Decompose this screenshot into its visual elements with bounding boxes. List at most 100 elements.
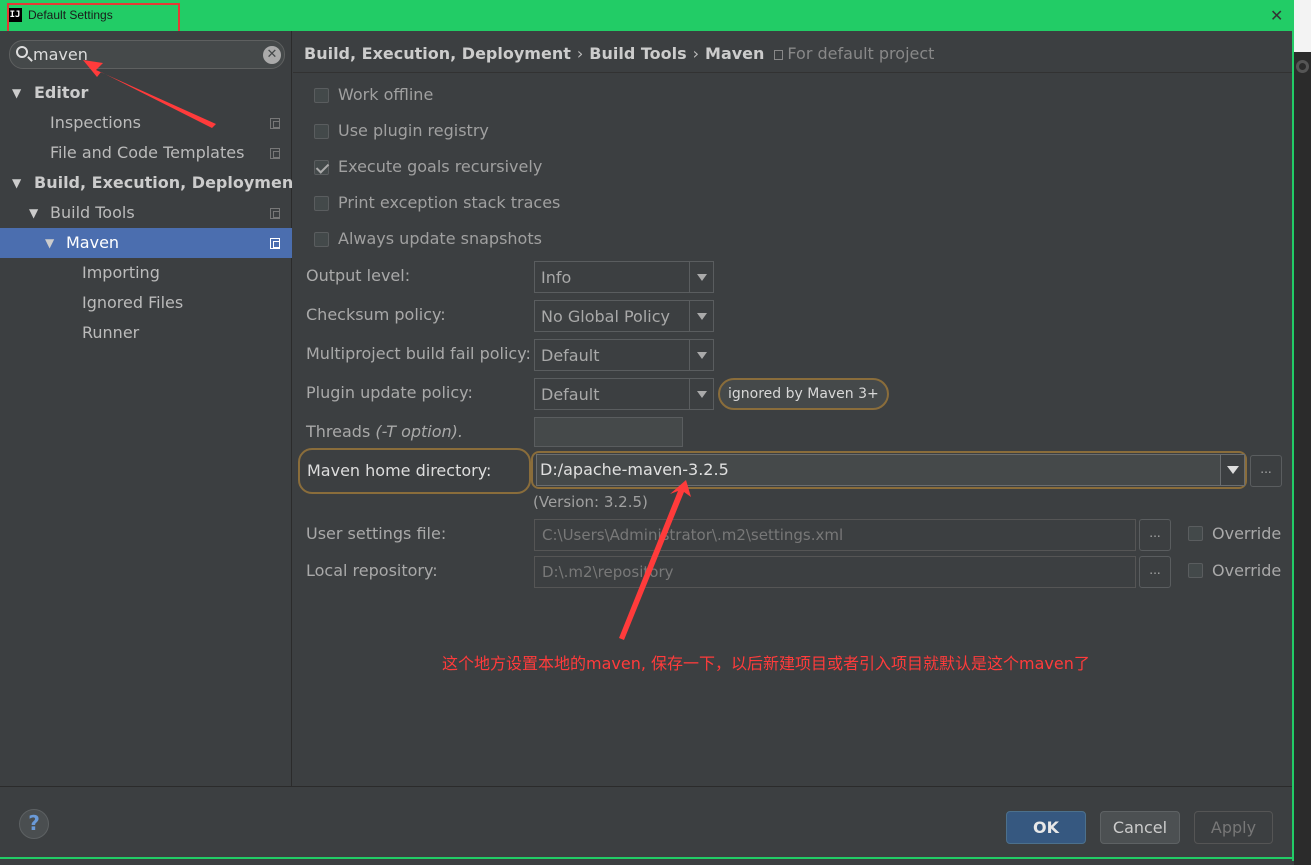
- sidebar-item-file-and-code-templates[interactable]: File and Code Templates: [0, 138, 292, 168]
- breadcrumb-item: Maven: [705, 44, 765, 63]
- sidebar-item-editor[interactable]: ▼ Editor: [0, 78, 292, 108]
- work-offline-label: Work offline: [338, 85, 434, 104]
- multiproject-fail-policy-select[interactable]: Default: [534, 339, 714, 371]
- search-box[interactable]: ✕: [9, 40, 285, 69]
- expand-arrow-icon[interactable]: ▼: [45, 228, 54, 258]
- execute-goals-recursively-checkbox[interactable]: [314, 160, 329, 175]
- window-border-bottom: [0, 857, 1294, 859]
- maven-home-select[interactable]: D:/apache-maven-3.2.5: [536, 454, 1245, 486]
- user-settings-override-checkbox[interactable]: [1188, 526, 1203, 541]
- apply-button[interactable]: Apply: [1194, 811, 1273, 844]
- maven-home-value: D:/apache-maven-3.2.5: [540, 460, 729, 479]
- maven-home-label: Maven home directory:: [307, 461, 492, 480]
- settings-sidebar: ✕ ▼ Editor Inspections File and Code Tem…: [0, 31, 301, 786]
- chevron-down-icon[interactable]: [1220, 455, 1244, 485]
- user-settings-field[interactable]: C:\Users\Administrator\.m2\settings.xml: [534, 519, 1136, 551]
- checksum-policy-label: Checksum policy:: [306, 305, 446, 324]
- sidebar-item-importing[interactable]: Importing: [0, 258, 292, 288]
- background-window-strip: [1294, 0, 1311, 865]
- chevron-down-icon[interactable]: [689, 340, 713, 370]
- sidebar-item-label: Runner: [82, 323, 140, 342]
- sidebar-item-label: Editor: [34, 83, 89, 102]
- maven-version-text: (Version: 3.2.5): [533, 493, 648, 511]
- sidebar-item-inspections[interactable]: Inspections: [0, 108, 292, 138]
- breadcrumb-separator: ›: [692, 44, 700, 63]
- threads-label-hint: (-T option).: [375, 422, 464, 441]
- checksum-policy-value: No Global Policy: [541, 307, 670, 326]
- user-settings-browse-button[interactable]: ...: [1139, 519, 1171, 551]
- checksum-policy-select[interactable]: No Global Policy: [534, 300, 714, 332]
- cancel-button[interactable]: Cancel: [1100, 811, 1180, 844]
- sidebar-item-label: Maven: [66, 233, 120, 252]
- help-button[interactable]: ?: [19, 809, 49, 839]
- ignored-by-maven3-badge: ignored by Maven 3+: [718, 378, 889, 410]
- sidebar-item-build-tools[interactable]: ▼ Build Tools: [0, 198, 292, 228]
- expand-arrow-icon[interactable]: ▼: [29, 198, 38, 228]
- local-repository-field[interactable]: D:\.m2\repository: [534, 556, 1136, 588]
- sidebar-item-label: Ignored Files: [82, 293, 184, 312]
- always-update-snapshots-label: Always update snapshots: [338, 229, 542, 248]
- user-settings-override-label: Override: [1212, 524, 1282, 543]
- sidebar-item-label: Inspections: [50, 113, 141, 132]
- sidebar-item-label: Build Tools: [50, 203, 135, 222]
- breadcrumb-bar: Build, Execution, Deployment › Build Tools…: [293, 31, 1292, 73]
- local-repository-override-label: Override: [1212, 561, 1282, 580]
- breadcrumb-separator: ›: [576, 44, 584, 63]
- threads-label-text: Threads: [306, 422, 371, 441]
- output-level-select[interactable]: Info: [534, 261, 714, 293]
- dialog-footer: ? OK Cancel Apply: [0, 786, 1292, 857]
- breadcrumb-item: Build, Execution, Deployment: [304, 44, 571, 63]
- chevron-down-icon[interactable]: [689, 262, 713, 292]
- expand-arrow-icon[interactable]: ▼: [12, 78, 21, 108]
- use-plugin-registry-checkbox[interactable]: [314, 124, 329, 139]
- settings-window: IJ Default Settings ✕ ✕ ▼ Editor Inspect…: [0, 0, 1311, 865]
- default-project-icon: [774, 49, 784, 60]
- close-icon[interactable]: ✕: [1270, 6, 1283, 25]
- output-level-label: Output level:: [306, 266, 411, 285]
- gear-icon: [1296, 60, 1309, 73]
- chevron-down-icon[interactable]: [689, 379, 713, 409]
- multiproject-fail-policy-value: Default: [541, 346, 600, 365]
- annotation-note: 这个地方设置本地的maven, 保存一下，以后新建项目或者引入项目就默认是这个m…: [442, 654, 1090, 673]
- project-scope-icon: [270, 118, 280, 129]
- user-settings-label: User settings file:: [306, 524, 447, 543]
- sidebar-item-ignored-files[interactable]: Ignored Files: [0, 288, 292, 318]
- project-scope-icon: [270, 238, 280, 249]
- threads-label: Threads (-T option).: [306, 422, 463, 441]
- project-scope-icon: [270, 208, 280, 219]
- threads-input[interactable]: [534, 417, 683, 447]
- print-exception-stack-traces-checkbox[interactable]: [314, 196, 329, 211]
- use-plugin-registry-label: Use plugin registry: [338, 121, 489, 140]
- local-repository-override-checkbox[interactable]: [1188, 563, 1203, 578]
- local-repository-label: Local repository:: [306, 561, 438, 580]
- sidebar-item-runner[interactable]: Runner: [0, 318, 292, 348]
- local-repository-browse-button[interactable]: ...: [1139, 556, 1171, 588]
- plugin-update-policy-value: Default: [541, 385, 600, 404]
- search-icon: [16, 46, 28, 58]
- breadcrumb-scope: For default project: [787, 44, 935, 63]
- sidebar-item-build-execution-deployment[interactable]: ▼ Build, Execution, Deployment: [0, 168, 301, 198]
- ok-button[interactable]: OK: [1006, 811, 1086, 844]
- always-update-snapshots-checkbox[interactable]: [314, 232, 329, 247]
- plugin-update-policy-label: Plugin update policy:: [306, 383, 473, 402]
- plugin-update-policy-select[interactable]: Default: [534, 378, 714, 410]
- project-scope-icon: [270, 148, 280, 159]
- work-offline-checkbox[interactable]: [314, 88, 329, 103]
- multiproject-fail-policy-label: Multiproject build fail policy:: [306, 344, 531, 363]
- sidebar-item-label: Importing: [82, 263, 160, 282]
- output-level-value: Info: [541, 268, 572, 287]
- clear-search-icon[interactable]: ✕: [263, 46, 281, 64]
- sidebar-item-label: Build, Execution, Deployment: [34, 173, 301, 192]
- title-bar[interactable]: IJ Default Settings ✕: [0, 0, 1294, 31]
- execute-goals-recursively-label: Execute goals recursively: [338, 157, 543, 176]
- background-window-top: [1294, 0, 1311, 52]
- expand-arrow-icon[interactable]: ▼: [12, 168, 21, 198]
- maven-home-browse-button[interactable]: ...: [1250, 455, 1282, 487]
- print-exception-stack-traces-label: Print exception stack traces: [338, 193, 561, 212]
- breadcrumb: Build, Execution, Deployment › Build Tools…: [304, 44, 934, 63]
- sidebar-item-maven[interactable]: ▼ Maven: [0, 228, 292, 258]
- chevron-down-icon[interactable]: [689, 301, 713, 331]
- sidebar-item-label: File and Code Templates: [50, 143, 245, 162]
- search-input[interactable]: [33, 43, 253, 66]
- breadcrumb-item: Build Tools: [589, 44, 687, 63]
